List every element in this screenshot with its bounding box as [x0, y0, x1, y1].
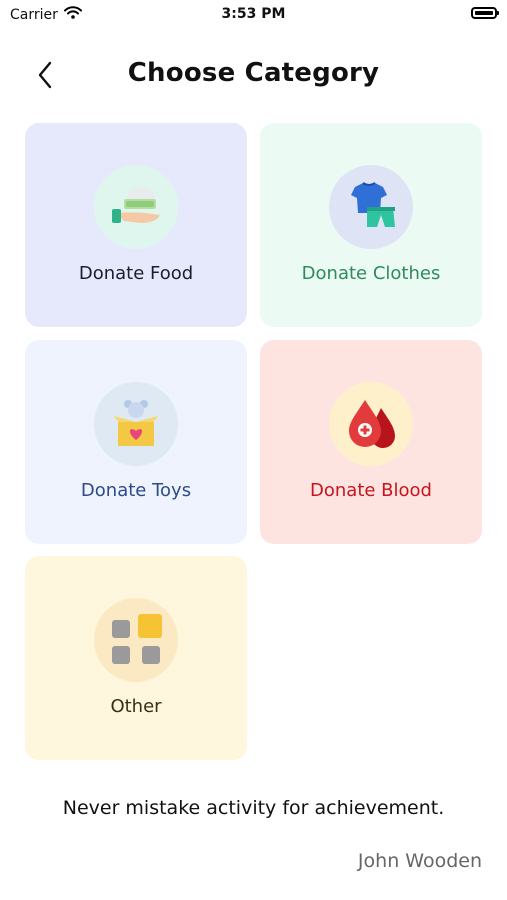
category-label-blood: Donate Blood: [310, 480, 432, 501]
battery-icon: [471, 7, 499, 19]
category-label-other: Other: [110, 696, 162, 717]
page-title: Choose Category: [127, 58, 380, 88]
category-card-food[interactable]: Donate Food: [25, 123, 247, 327]
toy-box-icon: [94, 382, 178, 466]
category-card-other[interactable]: Other: [25, 556, 247, 760]
category-card-blood[interactable]: Donate Blood: [260, 340, 482, 544]
quote-text: Never mistake activity for achievement.: [62, 797, 445, 819]
category-label-clothes: Donate Clothes: [301, 263, 441, 284]
category-label-toys: Donate Toys: [80, 480, 192, 501]
status-time: 3:53 PM: [221, 6, 286, 22]
category-card-toys[interactable]: Donate Toys: [25, 340, 247, 544]
clothes-icon: [329, 165, 413, 249]
status-bar: Carrier 3:53 PM: [0, 0, 507, 30]
grid-squares-icon: [94, 598, 178, 682]
quote-author: John Wooden: [357, 850, 482, 872]
nav-bar: Choose Category: [0, 50, 507, 100]
category-label-food: Donate Food: [78, 263, 194, 284]
blood-drop-icon: [329, 382, 413, 466]
category-card-clothes[interactable]: Donate Clothes: [260, 123, 482, 327]
food-hand-icon: [94, 165, 178, 249]
